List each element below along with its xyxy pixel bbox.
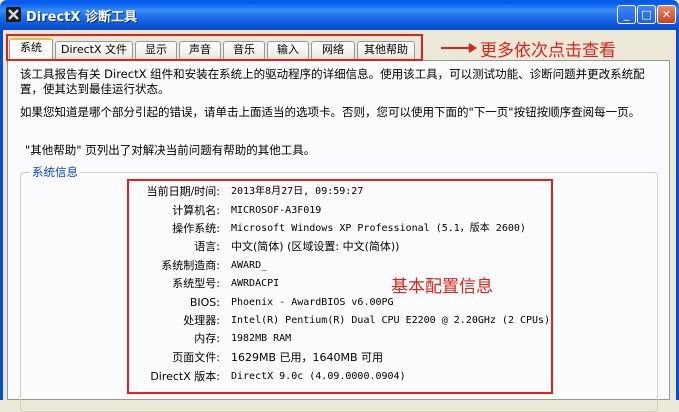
system-info-legend: 系统信息	[30, 164, 80, 180]
annotation-arrow	[441, 43, 477, 53]
intro-text: 该工具报告有关 DirectX 组件和安装在系统上的驱动程序的详细信息。使用该工…	[20, 67, 660, 120]
minimize-icon: _	[623, 8, 630, 21]
intro-line-3: 如果您知道是哪个部分引起的错误，请单击上面适当的选项卡。否则，您可以使用下面的"…	[20, 105, 641, 119]
window-title: DirectX 诊断工具	[26, 10, 137, 25]
tabs-highlight-box	[6, 34, 423, 61]
title-bar: DirectX 诊断工具 _ □ ✕	[0, 0, 679, 30]
maximize-icon: □	[641, 8, 652, 21]
intro-line-4: "其他帮助" 页列出了对解决当前问题有帮助的其他工具。	[25, 143, 316, 157]
intro-line-2: 置，使其达到最佳运行状态。	[20, 82, 170, 96]
close-button[interactable]: ✕	[657, 5, 676, 24]
intro-line-1: 该工具报告有关 DirectX 组件和安装在系统上的驱动程序的详细信息。使用该工…	[20, 67, 645, 81]
directx-x-icon	[6, 7, 21, 22]
close-icon: ✕	[661, 8, 672, 21]
maximize-button[interactable]: □	[637, 5, 656, 24]
minimize-button[interactable]: _	[617, 5, 636, 24]
info-highlight-box	[127, 179, 553, 394]
annotation-more-tabs: 更多依次点击查看	[480, 41, 616, 61]
